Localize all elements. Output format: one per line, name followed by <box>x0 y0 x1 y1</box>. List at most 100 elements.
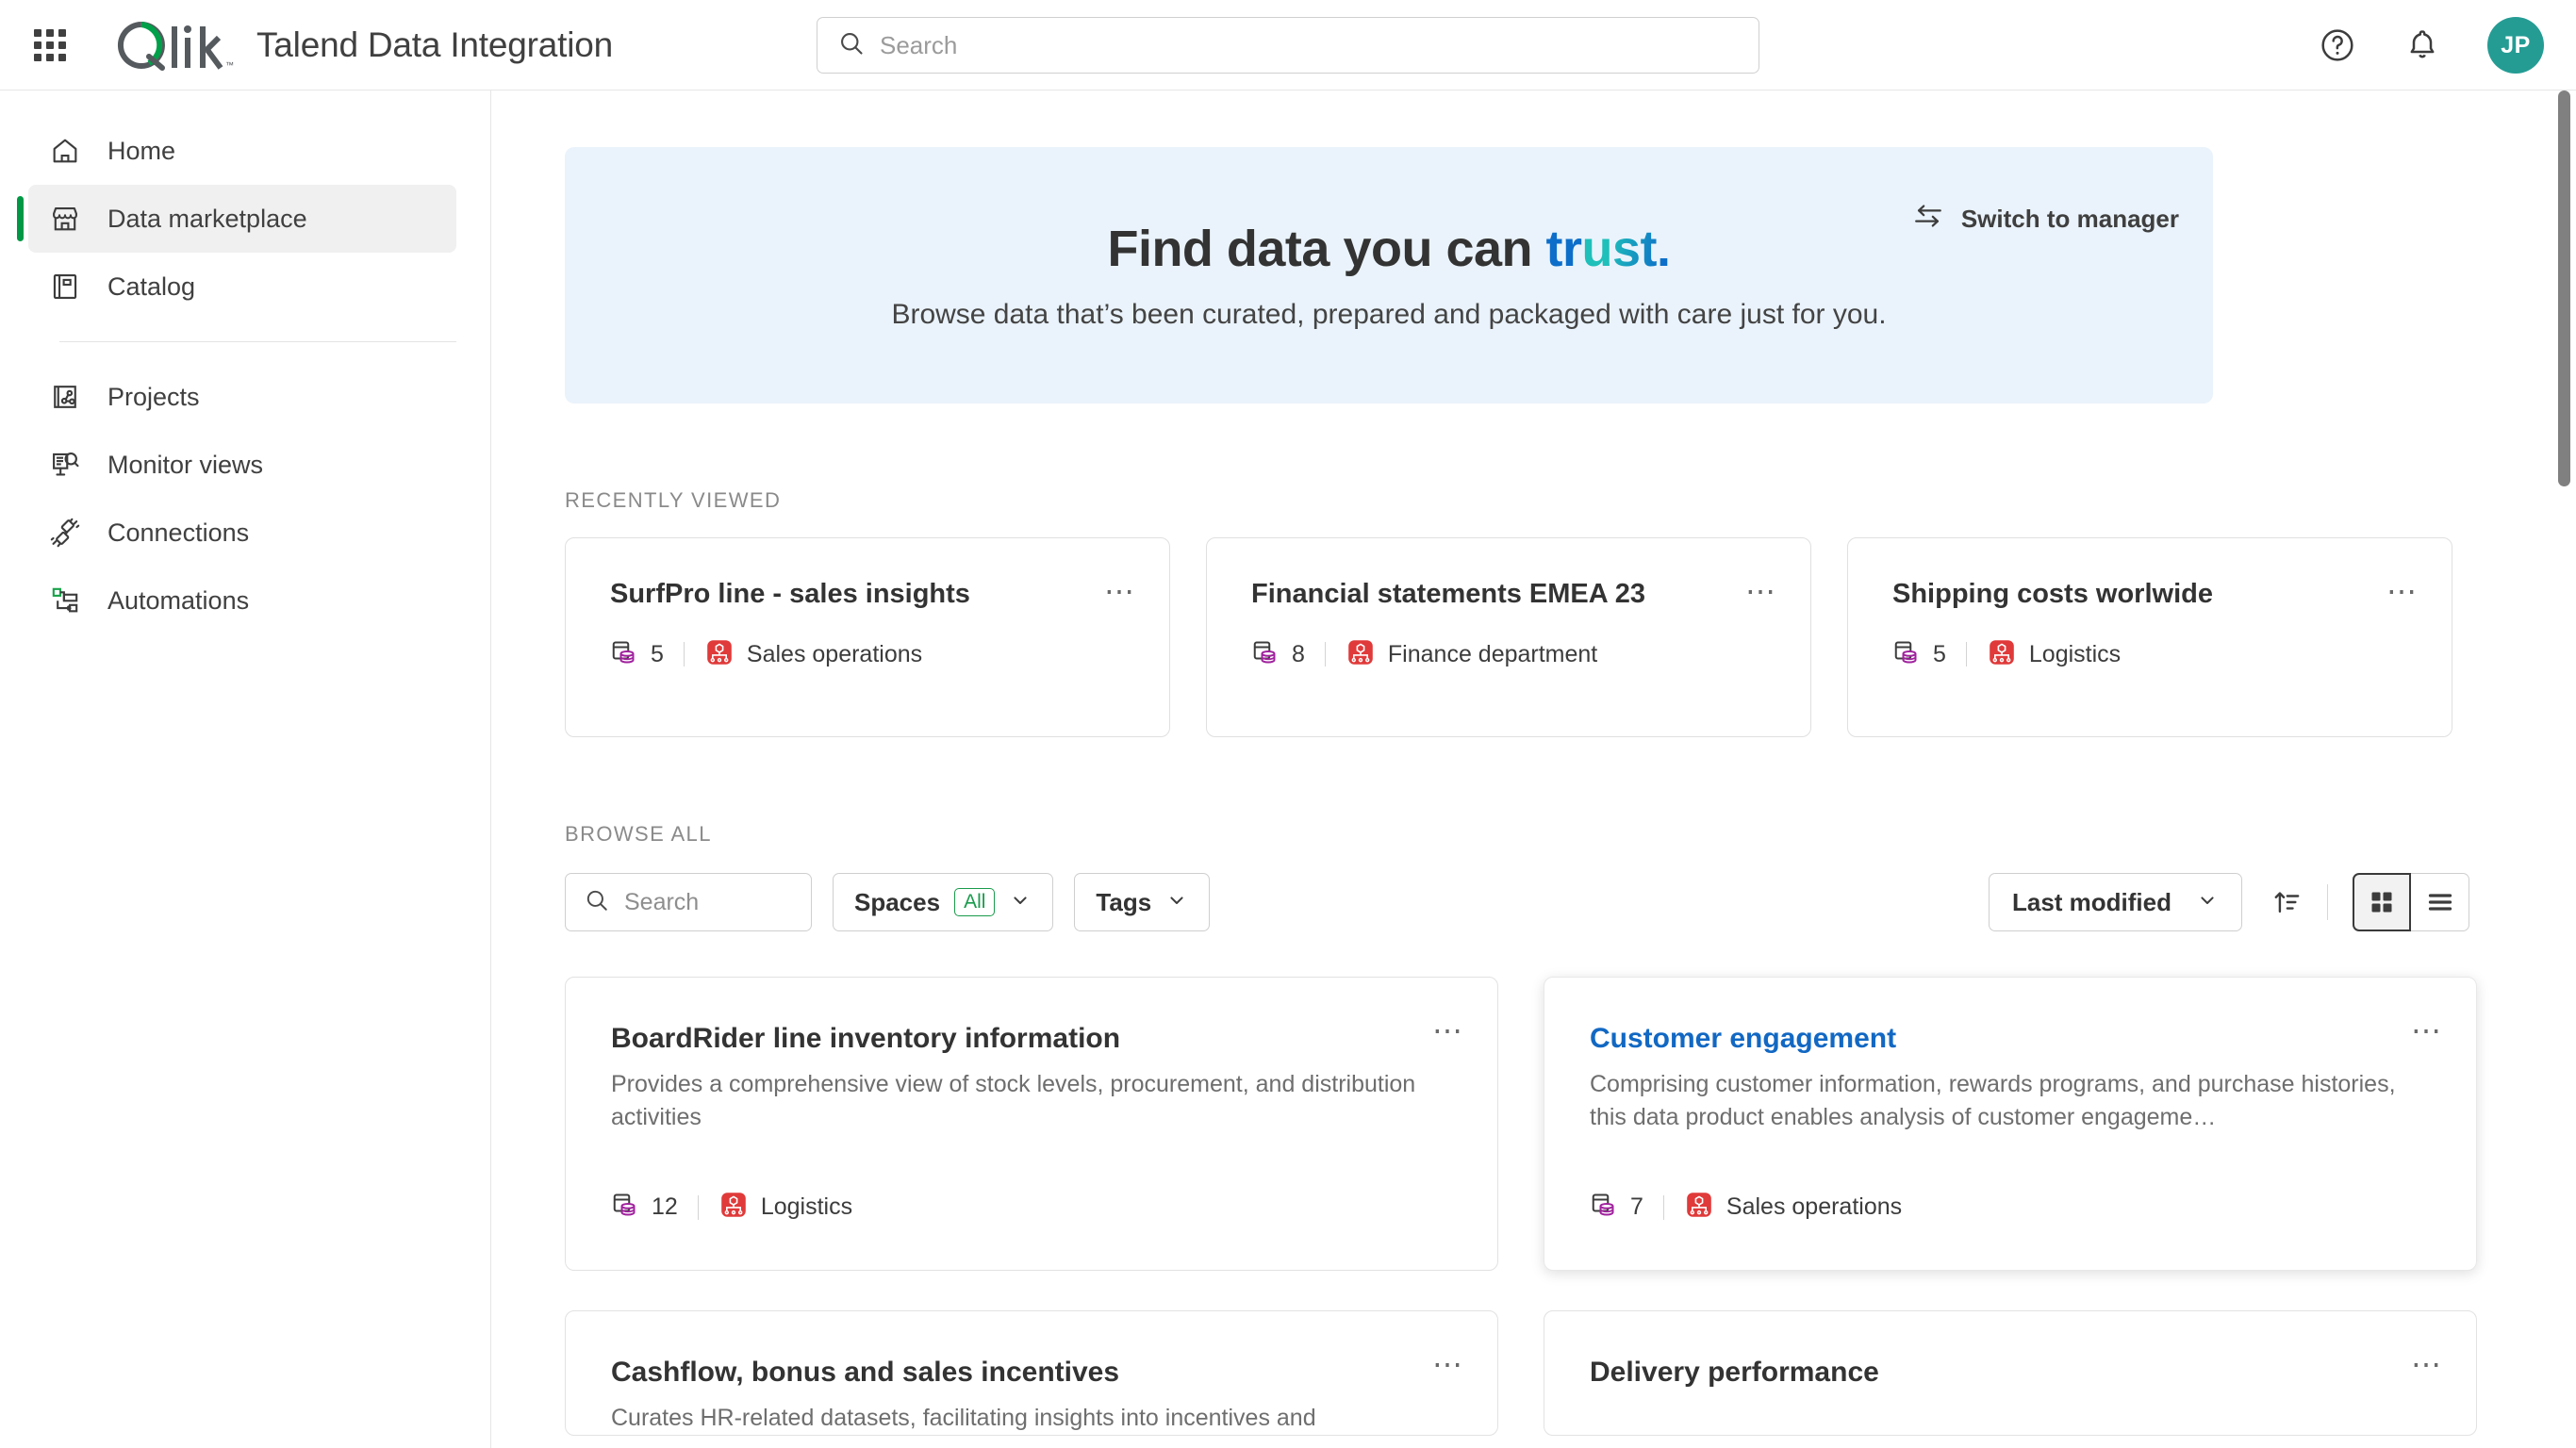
card-title: Shipping costs worlwide <box>1892 579 2213 609</box>
recently-viewed-card[interactable]: Shipping costs worlwide ⋯ 5 Logistics <box>1847 537 2452 737</box>
data-product-card[interactable]: Delivery performance ⋯ <box>1544 1310 2477 1436</box>
meta-separator <box>683 642 685 667</box>
chevron-down-icon <box>2196 889 2219 916</box>
brand: ™ Talend Data Integration <box>113 19 613 72</box>
view-toggle-group <box>2353 873 2469 931</box>
space-name: Logistics <box>760 1193 853 1220</box>
card-meta: 5 Logistics <box>1892 637 2416 672</box>
product-title: Talend Data Integration <box>256 25 613 64</box>
sidebar-item-label: Home <box>107 136 176 165</box>
sidebar-item-label: Connections <box>107 518 250 547</box>
product-title: Delivery performance <box>1590 1357 1879 1388</box>
sidebar-item-label: Projects <box>107 382 200 411</box>
dataset-count: 12 <box>652 1193 678 1220</box>
connections-icon <box>47 515 83 551</box>
meta-separator <box>1965 642 1967 667</box>
sidebar-item-monitor-views[interactable]: Monitor views <box>28 431 456 499</box>
hero-banner: Find data you can trust. Browse data tha… <box>565 147 2213 403</box>
sidebar-item-label: Data marketplace <box>107 204 307 233</box>
kebab-menu-icon[interactable]: ⋯ <box>2386 576 2419 606</box>
kebab-menu-icon[interactable]: ⋯ <box>1104 576 1137 606</box>
catalog-icon <box>47 269 83 304</box>
product-title: Cashflow, bonus and sales incentives <box>611 1357 1120 1388</box>
meta-separator <box>1324 642 1326 667</box>
dataset-database-icon <box>610 638 638 671</box>
sort-ascending-icon[interactable] <box>2271 886 2303 918</box>
sidebar-item-data-marketplace[interactable]: Data marketplace <box>17 185 456 253</box>
shared-space-icon <box>1987 637 2017 672</box>
tags-filter-dropdown[interactable]: Tags <box>1074 873 1211 931</box>
chevron-down-icon <box>1165 889 1188 916</box>
view-toggle-separator <box>2327 884 2328 920</box>
card-title: Financial statements EMEA 23 <box>1251 579 1645 609</box>
search-input[interactable]: Search <box>565 873 812 931</box>
global-search-input[interactable]: Search <box>817 17 1759 74</box>
data-product-grid: BoardRider line inventory information ⋯ … <box>565 977 2576 1436</box>
qlik-logo-icon[interactable]: ™ <box>113 19 234 72</box>
sidebar-item-label: Automations <box>107 585 250 615</box>
sidebar-item-projects[interactable]: Projects <box>28 363 456 431</box>
top-bar: ™ Talend Data Integration Search JP <box>0 0 2576 90</box>
scrollbar-thumb[interactable] <box>2558 90 2570 486</box>
hero-title: Find data you can trust. <box>1107 220 1671 278</box>
recently-viewed-card[interactable]: SurfPro line - sales insights ⋯ 5 Sales … <box>565 537 1170 737</box>
kebab-menu-icon[interactable]: ⋯ <box>1745 576 1778 606</box>
product-description: Curates HR-related datasets, facilitatin… <box>611 1405 1316 1431</box>
sort-dropdown[interactable]: Last modified <box>1988 873 2242 931</box>
search-icon <box>585 888 609 917</box>
dataset-count: 5 <box>651 640 664 667</box>
sidebar-item-home[interactable]: Home <box>28 117 456 185</box>
dataset-database-icon <box>1590 1191 1618 1224</box>
product-title: BoardRider line inventory information <box>611 1023 1121 1054</box>
marketplace-icon <box>47 201 83 237</box>
tags-filter-label: Tags <box>1096 887 1152 916</box>
chevron-down-icon <box>1009 889 1032 916</box>
meta-separator <box>697 1194 699 1220</box>
dataset-database-icon <box>1892 638 1921 671</box>
search-placeholder: Search <box>624 888 700 915</box>
product-title[interactable]: Customer engagement <box>1590 1023 2435 1055</box>
recently-viewed-label: RECENTLY VIEWED <box>565 488 782 512</box>
space-name: Sales operations <box>1726 1193 1903 1220</box>
switch-arrows-icon <box>1912 202 1944 237</box>
dataset-count: 8 <box>1292 640 1305 667</box>
browse-all-label: BROWSE ALL <box>565 822 712 846</box>
grid-apps-icon[interactable] <box>34 28 66 61</box>
card-meta: 12 Logistics <box>611 1190 852 1225</box>
sidebar-divider <box>59 341 456 342</box>
kebab-menu-icon[interactable]: ⋯ <box>2411 1015 2444 1045</box>
data-product-card[interactable]: BoardRider line inventory information ⋯ … <box>565 977 1498 1271</box>
spaces-filter-badge: All <box>954 888 996 916</box>
avatar[interactable]: JP <box>2487 17 2544 74</box>
space-name: Sales operations <box>746 640 923 667</box>
list-view-icon[interactable] <box>2411 873 2469 931</box>
spaces-filter-dropdown[interactable]: Spaces All <box>833 873 1054 931</box>
product-description: Provides a comprehensive view of stock l… <box>611 1071 1416 1130</box>
kebab-menu-icon[interactable]: ⋯ <box>1432 1349 1465 1379</box>
card-meta: 5 Sales operations <box>610 637 1133 672</box>
kebab-menu-icon[interactable]: ⋯ <box>1432 1015 1465 1045</box>
bell-icon[interactable] <box>2403 25 2442 65</box>
dataset-database-icon <box>611 1191 639 1224</box>
switch-to-manager-button[interactable]: Switch to manager <box>1912 202 2179 237</box>
shared-space-icon <box>1684 1190 1714 1225</box>
search-icon <box>838 30 865 61</box>
grid-view-icon[interactable] <box>2353 873 2411 931</box>
product-description: Comprising customer information, rewards… <box>1590 1071 2396 1130</box>
spaces-filter-label: Spaces <box>854 887 941 916</box>
recently-viewed-card[interactable]: Financial statements EMEA 23 ⋯ 8 Finance… <box>1206 537 1811 737</box>
dataset-count: 5 <box>1933 640 1946 667</box>
data-product-card[interactable]: Cashflow, bonus and sales incentives ⋯ C… <box>565 1310 1498 1436</box>
sidebar-item-label: Monitor views <box>107 450 264 479</box>
topbar-actions: JP <box>2318 0 2544 90</box>
meta-separator <box>1662 1194 1664 1220</box>
sidebar-item-connections[interactable]: Connections <box>28 499 456 567</box>
shared-space-icon <box>718 1190 749 1225</box>
data-product-card[interactable]: Customer engagement ⋯ Comprising custome… <box>1544 977 2477 1271</box>
help-circle-icon[interactable] <box>2318 25 2357 65</box>
sort-value: Last modified <box>2011 887 2171 916</box>
kebab-menu-icon[interactable]: ⋯ <box>2411 1349 2444 1379</box>
sidebar-item-automations[interactable]: Automations <box>28 567 456 634</box>
sidebar-item-catalog[interactable]: Catalog <box>28 253 456 321</box>
main-content: Find data you can trust. Browse data tha… <box>491 90 2576 1448</box>
